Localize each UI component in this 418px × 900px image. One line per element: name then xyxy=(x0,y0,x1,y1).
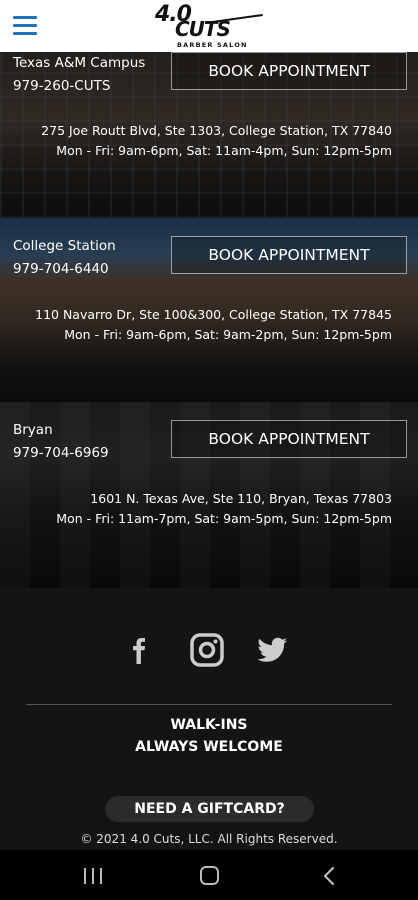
location-card-college-station: College Station 979-704-6440 BOOK APPOIN… xyxy=(0,218,418,402)
book-appointment-button[interactable]: BOOK APPOINTMENT xyxy=(171,420,407,458)
location-name: College Station xyxy=(13,238,116,254)
location-phone[interactable]: 979-704-6440 xyxy=(13,261,109,277)
walkins-line-2: ALWAYS WELCOME xyxy=(135,739,283,755)
book-appointment-button[interactable]: BOOK APPOINTMENT xyxy=(171,52,407,90)
location-address: 1601 N. Texas Ave, Ste 110, Bryan, Texas… xyxy=(90,491,392,506)
location-card-texas-am: Texas A&M Campus 979-260-CUTS BOOK APPOI… xyxy=(0,52,418,218)
location-hours: Mon - Fri: 9am-6pm, Sat: 11am-4pm, Sun: … xyxy=(56,143,392,158)
location-phone[interactable]: 979-260-CUTS xyxy=(13,78,110,94)
location-card-bryan: Bryan 979-704-6969 BOOK APPOINTMENT 1601… xyxy=(0,402,418,588)
giftcard-button[interactable]: NEED A GIFTCARD? xyxy=(105,796,314,822)
social-links xyxy=(0,632,418,668)
location-name: Texas A&M Campus xyxy=(13,55,146,71)
location-hours: Mon - Fri: 9am-6pm, Sat: 9am-2pm, Sun: 1… xyxy=(64,327,392,342)
back-icon[interactable] xyxy=(320,865,340,887)
system-nav-bar xyxy=(0,850,418,900)
copyright-text: © 2021 4.0 Cuts, LLC. All Rights Reserve… xyxy=(80,832,338,846)
home-icon[interactable] xyxy=(200,866,219,885)
instagram-icon[interactable] xyxy=(189,632,225,668)
menu-icon[interactable] xyxy=(13,16,37,36)
location-name: Bryan xyxy=(13,422,53,438)
location-phone[interactable]: 979-704-6969 xyxy=(13,445,109,461)
location-address: 110 Navarro Dr, Ste 100&300, College Sta… xyxy=(35,307,392,322)
brand-logo[interactable]: 4.0 CUTS BARBER SALON xyxy=(155,4,265,50)
walkins-line-1: WALK-INS xyxy=(170,717,248,733)
recent-apps-icon[interactable] xyxy=(84,868,104,884)
logo-subtitle: BARBER SALON xyxy=(177,41,248,49)
location-address: 275 Joe Routt Blvd, Ste 1303, College St… xyxy=(41,123,392,138)
app-header: 4.0 CUTS BARBER SALON xyxy=(0,0,418,52)
walkins-message: WALK-INS ALWAYS WELCOME xyxy=(0,714,418,758)
twitter-icon[interactable] xyxy=(254,632,290,668)
footer-divider xyxy=(26,704,392,705)
site-footer: WALK-INS ALWAYS WELCOME NEED A GIFTCARD?… xyxy=(0,588,418,850)
facebook-icon[interactable] xyxy=(124,632,160,668)
location-hours: Mon - Fri: 11am-7pm, Sat: 9am-5pm, Sun: … xyxy=(56,511,392,526)
book-appointment-button[interactable]: BOOK APPOINTMENT xyxy=(171,236,407,274)
